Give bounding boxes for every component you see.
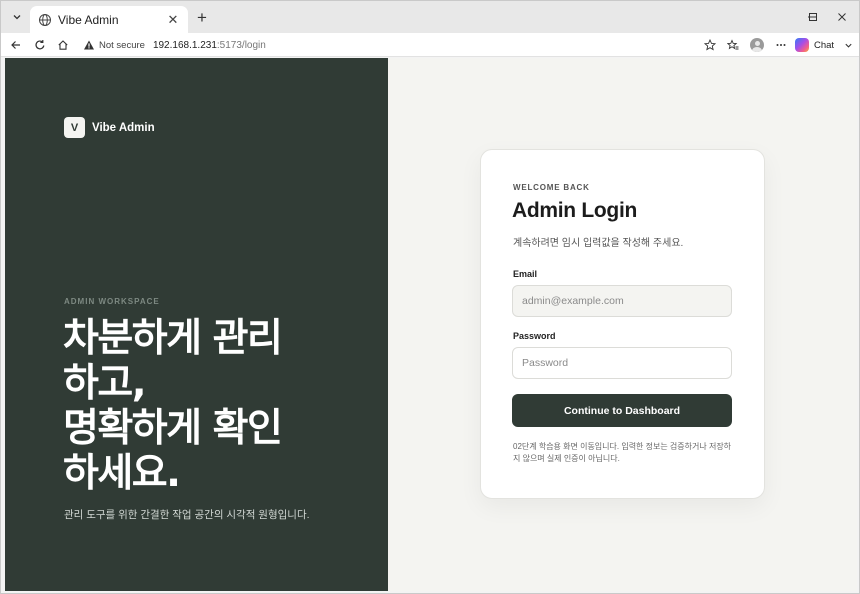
tab-title: Vibe Admin [58, 12, 119, 27]
security-label[interactable]: Not secure [99, 40, 145, 51]
email-field[interactable] [512, 285, 732, 317]
tab-search-icon[interactable] [7, 7, 27, 27]
password-label: Password [513, 331, 556, 341]
hero-eyebrow: ADMIN WORKSPACE [64, 297, 160, 306]
address-bar[interactable]: Not secure 192.168.1.231:5173/login [77, 35, 721, 55]
address-toolbar: Not secure 192.168.1.231:5173/login Chat [1, 33, 859, 57]
hero-headline: 차분하게 관리 하고, 명확하게 확인 하세요. [63, 316, 283, 496]
back-arrow-icon[interactable] [6, 35, 26, 55]
star-icon[interactable] [701, 35, 719, 55]
password-field[interactable] [512, 347, 732, 379]
browser-window: Vibe Admin ✕ + Not secure 192.168.1.231 … [0, 0, 860, 594]
login-description: 계속하려면 임시 입력값을 작성해 주세요. [513, 238, 684, 249]
plus-icon[interactable]: + [192, 8, 212, 28]
tab-vibe-admin[interactable]: Vibe Admin ✕ [30, 6, 188, 33]
close-icon[interactable]: ✕ [166, 12, 180, 28]
email-label: Email [513, 269, 538, 279]
login-title: Admin Login [512, 199, 638, 222]
chat-label: Chat [814, 39, 835, 51]
profile-icon[interactable] [747, 35, 767, 55]
hero-panel: V Vibe Admin ADMIN WORKSPACE 차분하게 관리 하고,… [5, 58, 388, 591]
reload-icon[interactable] [30, 35, 50, 55]
warning-icon[interactable] [83, 39, 95, 51]
chat-button[interactable]: Chat [795, 35, 845, 55]
page-viewport: V Vibe Admin ADMIN WORKSPACE 차분하게 관리 하고,… [5, 58, 857, 591]
brand[interactable]: V Vibe Admin [64, 117, 155, 138]
continue-button[interactable]: Continue to Dashboard [512, 394, 732, 427]
globe-icon [39, 13, 51, 26]
more-icon[interactable] [771, 35, 791, 55]
hero-subcopy: 관리 도구를 위한 간결한 작업 공간의 시각적 원형입니다. [64, 509, 310, 521]
tab-strip: Vibe Admin ✕ + [1, 1, 859, 33]
chevron-down-icon[interactable] [841, 35, 855, 55]
brand-logo: V [64, 117, 85, 138]
login-card: WELCOME BACK Admin Login 계속하려면 임시 입력값을 작… [480, 149, 765, 499]
favorites-icon[interactable] [723, 35, 743, 55]
home-icon[interactable] [53, 35, 73, 55]
login-kicker: WELCOME BACK [513, 183, 590, 192]
url-host[interactable]: 192.168.1.231 [153, 40, 217, 51]
login-note: 02단계 학습용 화면 이동입니다. 입력한 정보는 검증하거나 저장하지 않으… [513, 442, 732, 463]
brand-name: Vibe Admin [92, 121, 155, 134]
window-close-icon[interactable] [823, 1, 860, 33]
url-path[interactable]: :5173/login [217, 40, 266, 51]
copilot-icon [795, 38, 809, 52]
